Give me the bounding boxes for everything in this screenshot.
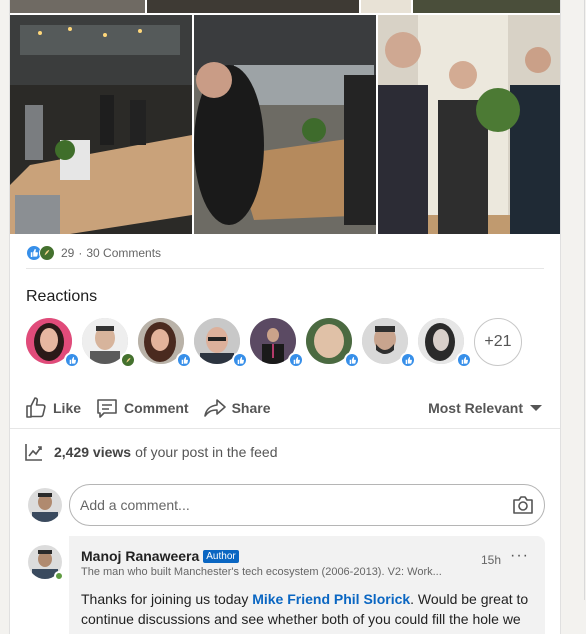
more-reactors-button[interactable]: +21 xyxy=(474,318,522,366)
post-photo-2[interactable] xyxy=(194,15,376,234)
comment-button[interactable]: Comment xyxy=(95,396,189,420)
comment-author[interactable]: Manoj Ranaweera Author xyxy=(81,548,239,564)
like-badge-icon xyxy=(176,352,192,368)
post-photo-3[interactable] xyxy=(378,15,560,234)
comment-more-options-button[interactable]: ··· xyxy=(510,547,529,565)
caret-down-icon xyxy=(530,405,542,411)
reactions-title: Reactions xyxy=(26,288,98,305)
author-badge: Author xyxy=(203,549,239,563)
post-photo-grid xyxy=(10,15,560,234)
comment-icon xyxy=(97,399,117,418)
add-comment-box[interactable] xyxy=(69,484,545,526)
comment-author-name: Manoj Ranaweera xyxy=(81,548,200,564)
like-badge-icon xyxy=(64,352,80,368)
camera-icon[interactable] xyxy=(512,496,534,517)
like-badge-icon xyxy=(400,352,416,368)
post-photo-1[interactable] xyxy=(10,15,192,234)
comment-bubble: Manoj Ranaweera Author The man who built… xyxy=(69,536,545,634)
divider xyxy=(26,268,544,269)
like-badge-icon xyxy=(456,352,472,368)
share-icon xyxy=(203,399,226,417)
reaction-count[interactable]: 29 xyxy=(61,246,74,260)
mention-link[interactable]: Mike Friend Phil Slorick xyxy=(252,591,410,607)
count-separator: · xyxy=(78,246,83,260)
thumbs-up-icon xyxy=(26,397,46,418)
share-button[interactable]: Share xyxy=(203,396,271,420)
views-suffix: of your post in the feed xyxy=(135,444,278,460)
like-badge-icon xyxy=(288,352,304,368)
celebrate-badge-icon xyxy=(120,352,136,368)
sort-label: Most Relevant xyxy=(428,400,523,416)
share-label: Share xyxy=(231,400,271,416)
post-views[interactable]: 2,429 views of your post in the feed xyxy=(24,441,278,463)
views-count: 2,429 views xyxy=(54,444,132,460)
comment-timestamp: 15h xyxy=(480,553,501,567)
comments-count[interactable]: 30 Comments xyxy=(86,246,161,260)
post-action-bar: Like Comment Share xyxy=(24,394,285,422)
like-label: Like xyxy=(53,400,82,416)
comment-input[interactable] xyxy=(80,497,500,513)
my-avatar[interactable] xyxy=(28,488,62,522)
comment-text-start: Thanks for joining us today xyxy=(81,591,253,607)
chart-trend-icon xyxy=(25,444,42,461)
previous-photo-strip xyxy=(10,0,560,13)
like-badge-icon xyxy=(232,352,248,368)
page-right-rule xyxy=(584,0,585,600)
comment-label: Comment xyxy=(124,400,189,416)
divider xyxy=(10,428,560,429)
comment-text: Thanks for joining us today Mike Friend … xyxy=(81,589,531,634)
post-card: 29 · 30 Comments Reactions +21 Like Comm… xyxy=(9,0,561,634)
online-status-indicator xyxy=(54,571,64,581)
like-button[interactable]: Like xyxy=(24,396,81,420)
comment-author-headline: The man who built Manchester's tech ecos… xyxy=(81,566,442,578)
social-counts: 29 · 30 Comments xyxy=(26,244,161,262)
sort-comments-dropdown[interactable]: Most Relevant xyxy=(428,400,542,416)
celebrate-reaction-icon xyxy=(39,245,55,261)
like-badge-icon xyxy=(344,352,360,368)
